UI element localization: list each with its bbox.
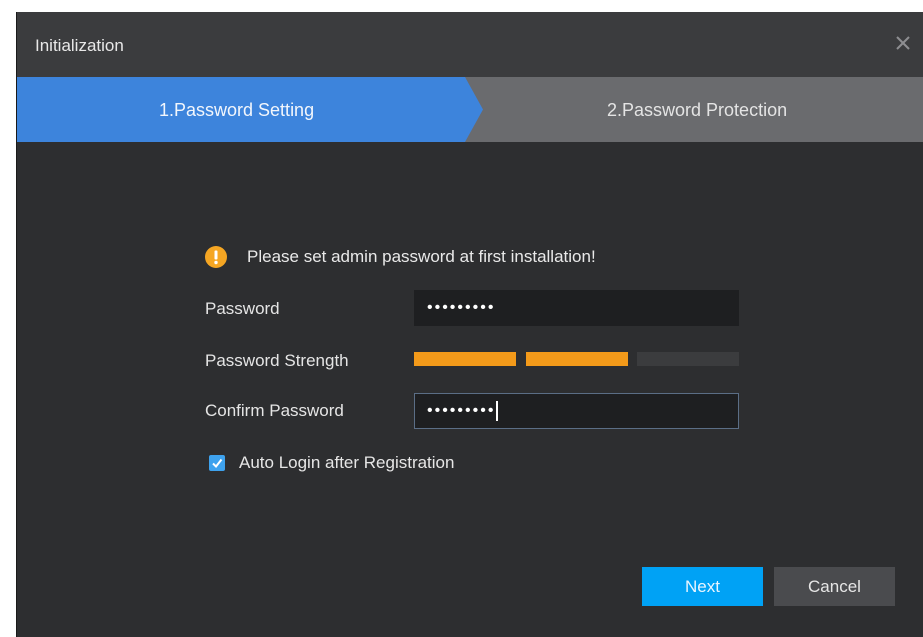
step-indicator: 1.Password Setting 2.Password Protection <box>17 77 923 142</box>
next-button[interactable]: Next <box>642 567 763 606</box>
auto-login-checkbox[interactable]: Auto Login after Registration <box>209 453 454 473</box>
window-title: Initialization <box>35 36 124 55</box>
cancel-button[interactable]: Cancel <box>774 567 895 606</box>
password-strength-label: Password Strength <box>205 351 349 370</box>
strength-bar-1 <box>414 352 516 366</box>
warning-icon <box>205 246 227 268</box>
initialization-dialog: Initialization 1.Password Setting 2.Pass… <box>16 12 923 637</box>
text-caret <box>496 400 499 421</box>
password-label: Password <box>205 299 280 318</box>
confirm-password-value: ••••••••• <box>427 402 496 419</box>
tab-password-setting[interactable]: 1.Password Setting <box>159 100 314 121</box>
password-strength-meter <box>414 352 739 366</box>
warning-message: Please set admin password at first insta… <box>205 245 596 269</box>
confirm-password-field[interactable]: ••••••••• <box>414 393 739 429</box>
title-bar: Initialization <box>17 12 923 77</box>
strength-bar-2 <box>525 352 628 366</box>
warning-text: Please set admin password at first insta… <box>247 247 596 266</box>
check-icon[interactable] <box>209 455 225 471</box>
step-background <box>17 77 923 142</box>
auto-login-label: Auto Login after Registration <box>239 453 455 472</box>
form-content: Please set admin password at first insta… <box>17 142 923 637</box>
confirm-password-label: Confirm Password <box>205 401 344 420</box>
strength-bar-3 <box>637 352 739 366</box>
password-value: ••••••••• <box>427 299 496 316</box>
password-field[interactable]: ••••••••• <box>414 290 739 326</box>
tab-password-protection[interactable]: 2.Password Protection <box>607 100 787 121</box>
close-icon[interactable] <box>894 34 912 52</box>
